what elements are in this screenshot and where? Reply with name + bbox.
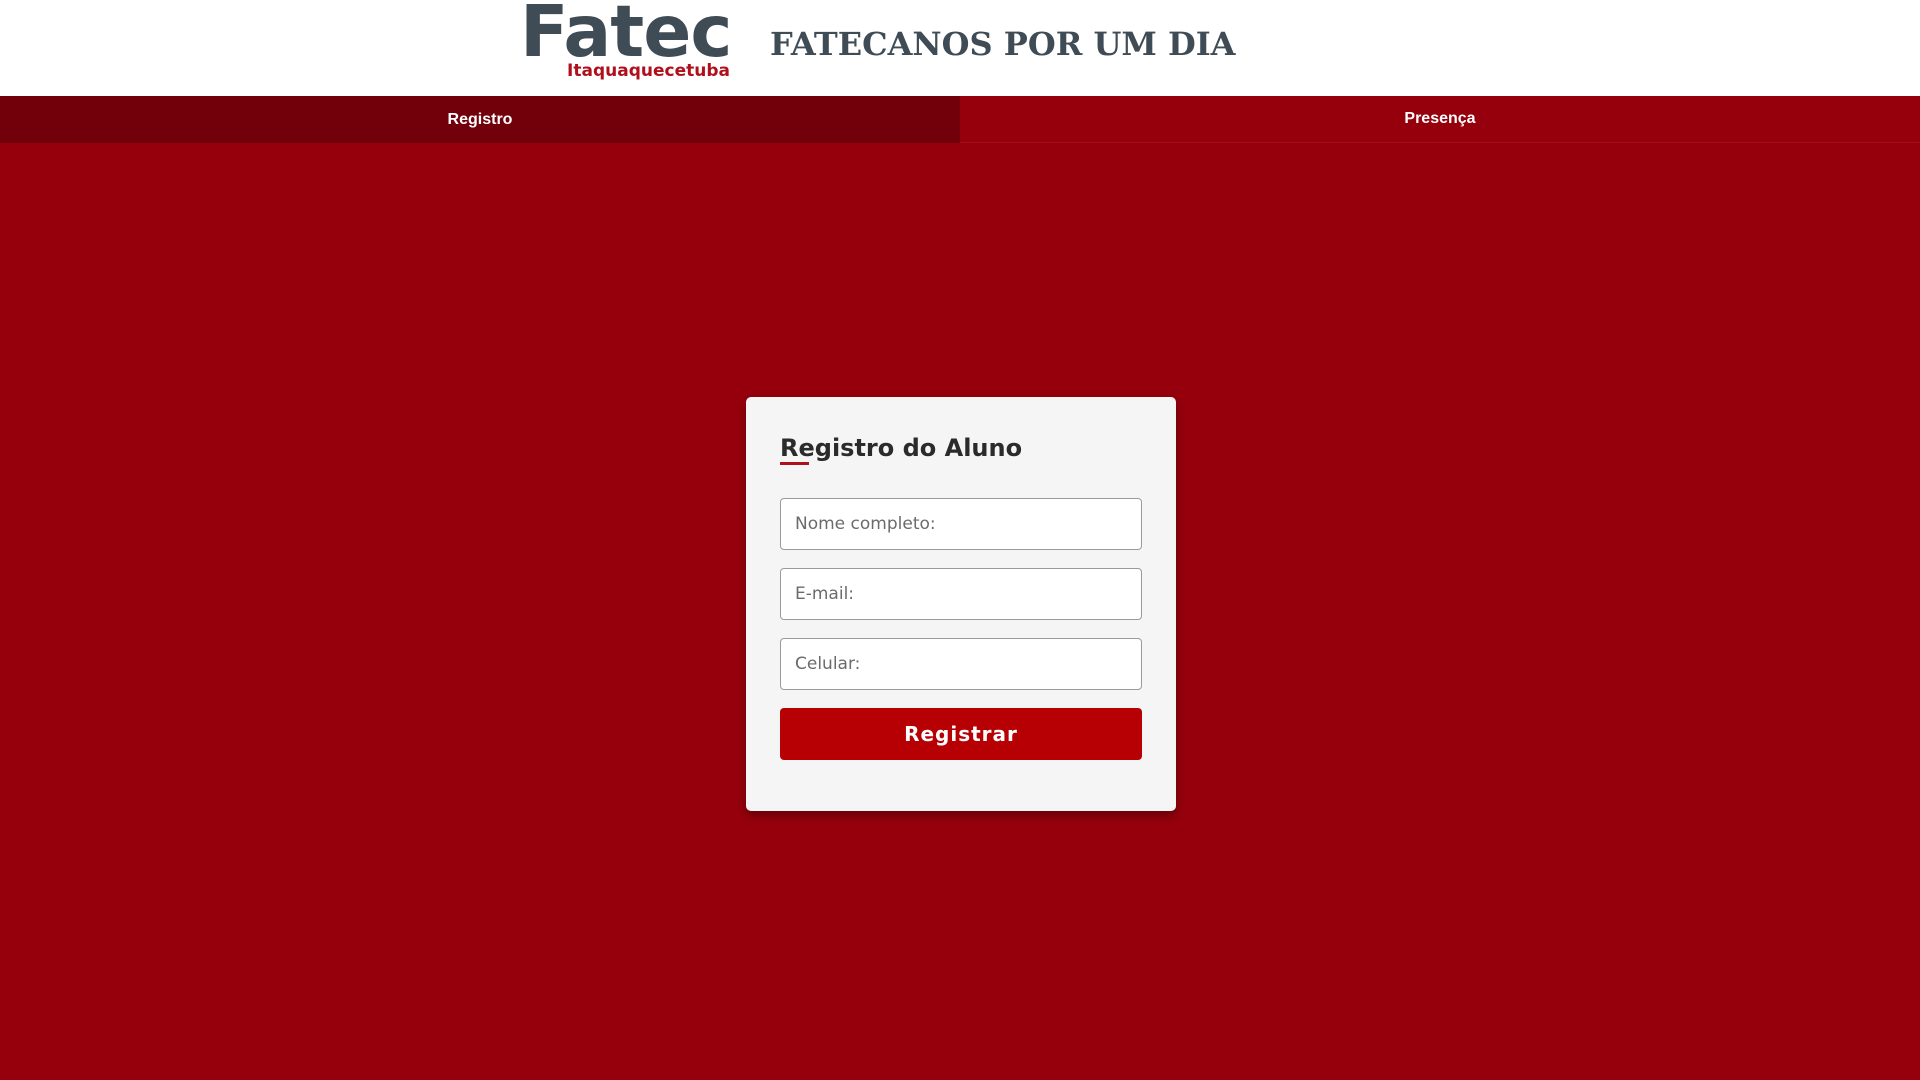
logo-subtitle: Itaquaquecetuba [567,61,730,81]
site-header: Fatec Itaquaquecetuba FATECANOS POR UM D… [0,0,1920,96]
phone-input[interactable] [780,638,1142,690]
main-nav: Registro Presença [0,96,1920,143]
tab-presenca[interactable]: Presença [960,96,1920,143]
registration-card: Registro do Aluno Registrar [746,397,1176,811]
page-title: FATECANOS POR UM DIA [770,25,1236,63]
register-button[interactable]: Registrar [780,708,1142,760]
full-name-input[interactable] [780,498,1142,550]
fatec-logo[interactable]: Fatec Itaquaquecetuba [520,0,732,90]
form-title: Registro do Aluno [780,434,1023,462]
logo-wordmark: Fatec [520,0,732,73]
title-underline [780,462,809,465]
tab-registro[interactable]: Registro [0,96,960,143]
email-input[interactable] [780,568,1142,620]
